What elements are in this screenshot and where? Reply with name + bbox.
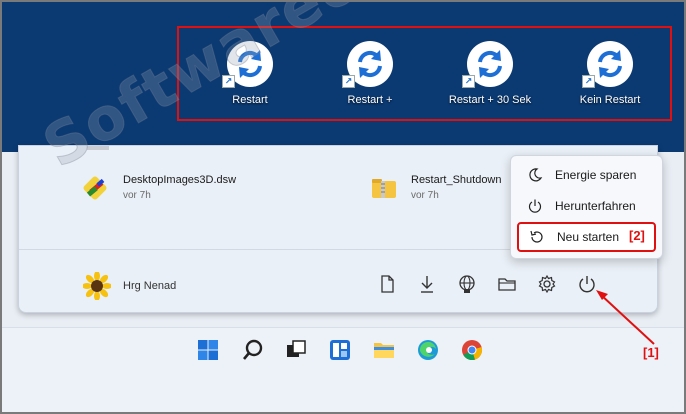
file-name: DesktopImages3D.dsw — [123, 174, 237, 186]
screenshot-frame: ↗ Restart ↗ Restart + ↗ Restart + 30 Sek… — [0, 0, 686, 414]
partial-file-icon — [87, 146, 109, 150]
highlight-box-shortcuts — [177, 26, 672, 121]
restart-arrow-icon — [530, 230, 543, 243]
sunflower-avatar-icon — [83, 272, 111, 300]
recommended-file-restart-shutdown[interactable]: Restart_Shutdown vor 7h — [371, 174, 502, 201]
file-name: Restart_Shutdown — [411, 174, 502, 186]
desktop: ↗ Restart ↗ Restart + ↗ Restart + 30 Sek… — [2, 2, 684, 152]
menu-item-label: Herunterfahren — [555, 199, 636, 213]
user-name: Hrg Nenad — [123, 280, 177, 292]
power-icon — [528, 199, 542, 213]
recommended-file-desktopimages[interactable]: DesktopImages3D.dsw vor 7h — [83, 174, 236, 201]
zip-folder-icon — [372, 178, 396, 198]
network-globe-icon[interactable] — [457, 274, 477, 294]
menu-item-label: Neu starten — [557, 230, 620, 244]
task-view-icon[interactable] — [284, 338, 308, 362]
menu-item-herunterfahren[interactable]: Herunterfahren — [517, 191, 656, 221]
annotation-tag-2: [2] — [629, 228, 645, 243]
menu-item-label: Energie sparen — [555, 168, 637, 182]
edge-browser-icon[interactable] — [416, 338, 440, 362]
search-icon[interactable] — [241, 338, 265, 362]
start-menu-footer: Hrg Nenad — [19, 250, 657, 312]
power-context-menu: Energie sparen Herunterfahren Neu starte… — [510, 155, 663, 259]
power-button-icon[interactable] — [577, 274, 597, 294]
file-time: vor 7h — [123, 190, 151, 201]
taskbar — [2, 327, 684, 412]
widgets-icon[interactable] — [328, 338, 352, 362]
moon-sleep-icon — [529, 168, 543, 182]
settings-gear-icon[interactable] — [537, 274, 557, 294]
annotation-tag-1: [1] — [643, 345, 659, 360]
documents-icon[interactable] — [377, 274, 397, 294]
chrome-browser-icon[interactable] — [460, 338, 484, 362]
user-account[interactable]: Hrg Nenad — [83, 272, 176, 300]
downloads-icon[interactable] — [417, 274, 437, 294]
windows-start-icon[interactable] — [196, 338, 220, 362]
file-explorer-taskbar-icon[interactable] — [372, 338, 396, 362]
file-time: vor 7h — [411, 190, 439, 201]
menu-item-energie-sparen[interactable]: Energie sparen — [517, 160, 656, 190]
file-explorer-icon[interactable] — [497, 274, 517, 294]
dsw-file-icon — [83, 176, 107, 199]
